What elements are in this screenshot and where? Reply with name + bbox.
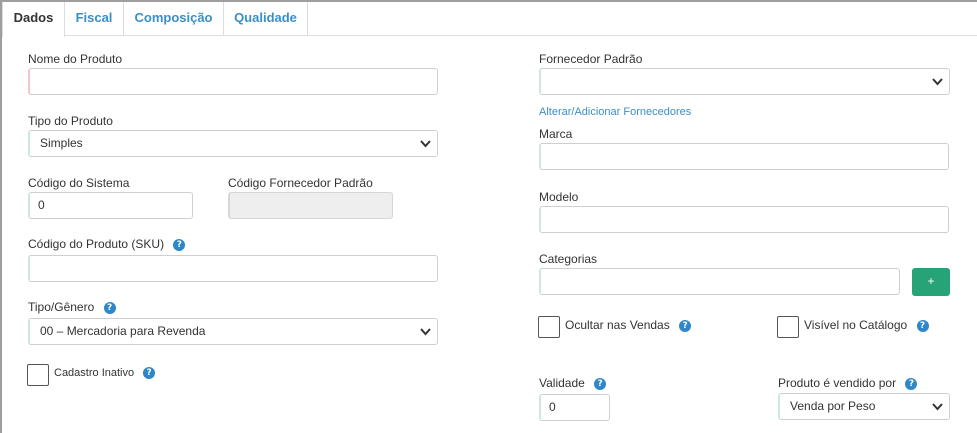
codigo-sistema-input[interactable]: 0 xyxy=(28,192,193,219)
chevron-down-icon xyxy=(420,328,431,336)
categorias-input[interactable] xyxy=(539,268,900,295)
chevron-down-icon xyxy=(932,78,943,86)
tab-composicao[interactable]: Composição xyxy=(124,2,224,36)
modelo-label: Modelo xyxy=(539,190,579,204)
marca-input[interactable] xyxy=(539,143,949,170)
window-border-left xyxy=(0,0,2,433)
alterar-fornecedores-link[interactable]: Alterar/Adicionar Fornecedores xyxy=(539,106,691,118)
cadastro-inativo-label: Cadastro Inativo ? xyxy=(54,367,156,380)
codigo-sku-label: Código do Produto (SKU) ? xyxy=(28,237,186,251)
tab-bar: Dados Fiscal Composição Qualidade xyxy=(2,2,977,37)
tipo-genero-value: 00 – Mercadoria para Revenda xyxy=(40,324,206,338)
validade-label-text: Validade xyxy=(539,376,585,390)
fornecedor-padrao-label: Fornecedor Padrão xyxy=(539,52,643,66)
help-icon[interactable]: ? xyxy=(103,301,116,314)
vendido-por-value: Venda por Peso xyxy=(790,399,876,413)
ocultar-vendas-label-text: Ocultar nas Vendas xyxy=(565,318,670,332)
tipo-produto-select[interactable]: Simples xyxy=(28,130,438,157)
codigo-fornecedor-input xyxy=(228,192,393,219)
tipo-produto-label: Tipo do Produto xyxy=(28,114,113,128)
nome-produto-input[interactable] xyxy=(28,68,438,95)
modelo-input[interactable] xyxy=(539,206,949,233)
codigo-fornecedor-label: Código Fornecedor Padrão xyxy=(228,176,373,190)
help-icon[interactable]: ? xyxy=(143,367,156,380)
ocultar-vendas-label: Ocultar nas Vendas ? xyxy=(565,318,692,332)
vendido-por-label: Produto é vendido por ? xyxy=(778,376,918,390)
visivel-catalogo-label: Visível no Catálogo ? xyxy=(804,318,929,332)
tipo-produto-value: Simples xyxy=(40,136,83,150)
visivel-catalogo-label-text: Visível no Catálogo xyxy=(804,318,908,332)
chevron-down-icon xyxy=(932,403,943,411)
vendido-por-select[interactable]: Venda por Peso xyxy=(778,393,950,420)
codigo-sistema-label: Código do Sistema xyxy=(28,176,130,190)
codigo-sku-label-text: Código do Produto (SKU) xyxy=(28,237,165,251)
fornecedor-padrao-select[interactable] xyxy=(539,68,950,95)
help-icon[interactable]: ? xyxy=(905,377,918,390)
tab-dados[interactable]: Dados xyxy=(2,2,65,37)
visivel-catalogo-checkbox[interactable] xyxy=(777,316,799,338)
add-categoria-button[interactable]: + xyxy=(912,268,950,296)
tipo-genero-select[interactable]: 00 – Mercadoria para Revenda xyxy=(28,318,438,345)
tab-qualidade[interactable]: Qualidade xyxy=(224,2,308,36)
chevron-down-icon xyxy=(420,140,431,148)
categorias-label: Categorias xyxy=(539,252,598,266)
validade-input[interactable]: 0 xyxy=(539,394,610,421)
ocultar-vendas-checkbox[interactable] xyxy=(538,316,560,338)
cadastro-inativo-label-text: Cadastro Inativo xyxy=(54,367,135,379)
nome-produto-label: Nome do Produto xyxy=(28,52,123,66)
codigo-sku-input[interactable] xyxy=(28,255,438,282)
tipo-genero-label: Tipo/Gênero ? xyxy=(28,300,116,314)
vendido-por-label-text: Produto é vendido por xyxy=(778,376,897,390)
help-icon[interactable]: ? xyxy=(916,319,929,332)
help-icon[interactable]: ? xyxy=(173,238,186,251)
help-icon[interactable]: ? xyxy=(594,377,607,390)
help-icon[interactable]: ? xyxy=(679,319,692,332)
cadastro-inativo-checkbox[interactable] xyxy=(27,364,49,386)
validade-label: Validade ? xyxy=(539,376,607,390)
marca-label: Marca xyxy=(539,127,573,141)
tab-fiscal[interactable]: Fiscal xyxy=(65,2,124,36)
tipo-genero-label-text: Tipo/Gênero xyxy=(28,300,95,314)
